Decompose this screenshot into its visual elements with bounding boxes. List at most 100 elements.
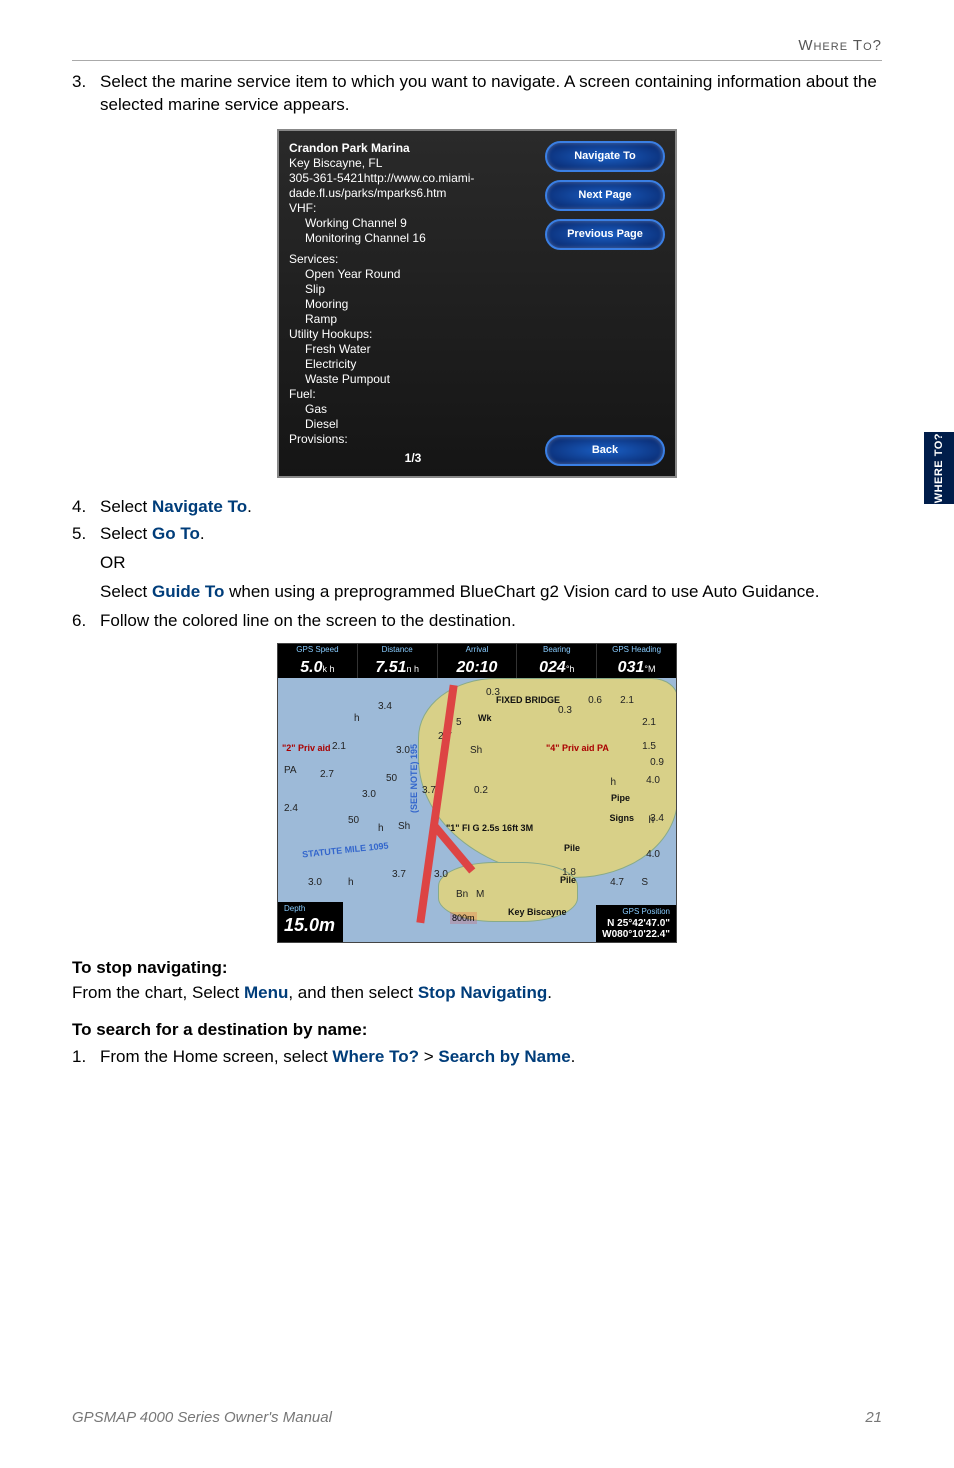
page-footer: GPSMAP 4000 Series Owner's Manual 21 <box>72 1408 882 1428</box>
step-number: 1. <box>72 1046 100 1069</box>
chart-label: h <box>610 776 616 790</box>
priv-aid-label: "2" Priv aid <box>282 742 331 754</box>
navigate-to-link: Navigate To <box>152 497 247 516</box>
arrival-cell: Arrival 20:10 <box>438 644 518 678</box>
search-by-name-heading: To search for a destination by name: <box>72 1019 882 1042</box>
bearing-cell: Bearing 024°h <box>517 644 597 678</box>
info-panel: Crandon Park Marina Key Biscayne, FL 305… <box>289 141 537 466</box>
text: . <box>571 1047 576 1066</box>
step-4: 4. Select Navigate To. <box>72 496 882 519</box>
service-item: Open Year Round <box>289 267 537 282</box>
search-by-name-link: Search by Name <box>438 1047 570 1066</box>
pile-label: Pile <box>560 874 576 886</box>
hookup-item: Electricity <box>289 357 537 372</box>
depth-value: 15.0m <box>284 915 335 935</box>
distance-cell: Distance 7.51n h <box>358 644 438 678</box>
vhf-channel: Monitoring Channel 16 <box>289 231 537 246</box>
label: Bearing <box>517 645 596 656</box>
hookup-item: Waste Pumpout <box>289 372 537 387</box>
chart-label: Sh <box>398 820 410 834</box>
value: 5.0 <box>300 659 322 676</box>
signs-label: Signs <box>609 812 634 824</box>
guide-to-link: Guide To <box>152 582 224 601</box>
chart-label: PA <box>284 764 297 778</box>
next-page-button[interactable]: Next Page <box>545 180 665 211</box>
chart-label: h <box>354 712 360 726</box>
service-item: Slip <box>289 282 537 297</box>
step-3: 3. Select the marine service item to whi… <box>72 71 882 117</box>
key-biscayne-label: Key Biscayne <box>508 906 567 918</box>
text: Select <box>100 582 152 601</box>
page-number: 21 <box>865 1408 882 1428</box>
side-tab-label: WHERE TO? <box>933 433 945 503</box>
sounding: 3.4 <box>378 700 392 714</box>
marina-title: Crandon Park Marina <box>289 141 537 156</box>
step-text: Follow the colored line on the screen to… <box>100 610 882 633</box>
stop-navigating-heading: To stop navigating: <box>72 957 882 980</box>
sounding: 0.9 <box>650 756 664 770</box>
chart-label: M <box>476 888 484 902</box>
sounding: 2.4 <box>284 802 298 816</box>
text: , and then select <box>288 983 417 1002</box>
label: Arrival <box>438 645 517 656</box>
fuel-item: Diesel <box>289 417 537 432</box>
data-bar: GPS Speed 5.0k h Distance 7.51n h Arriva… <box>278 644 676 678</box>
sounding: 1.5 <box>642 740 656 754</box>
or-label: OR <box>100 552 882 575</box>
chart-label: h <box>378 822 384 836</box>
vhf-label: VHF: <box>289 201 537 216</box>
step-number: 3. <box>72 71 100 117</box>
go-to-link: Go To <box>152 524 200 543</box>
step-number: 4. <box>72 496 100 519</box>
step-text: Select the marine service item to which … <box>100 71 882 117</box>
gps-position-box: GPS Position N 25°42'47.0" W080°10'22.4" <box>596 905 676 942</box>
see-note-label: (SEE NOTE) 195 <box>408 744 420 813</box>
marina-contact: 305-361-5421http://www.co.miami-dade.fl.… <box>289 171 537 201</box>
chart-label: Bn <box>456 888 468 902</box>
sounding: 2.1 <box>332 740 346 754</box>
pile-label: Pile <box>564 842 580 854</box>
step-text: From the Home screen, select Where To? >… <box>100 1046 882 1069</box>
unit: °M <box>644 664 655 674</box>
chart-label: 50 <box>348 814 359 828</box>
service-item: Mooring <box>289 297 537 312</box>
hookups-label: Utility Hookups: <box>289 327 537 342</box>
unit: k h <box>323 664 335 674</box>
sounding: 2.7 <box>320 768 334 782</box>
sounding: 2.1 <box>620 694 634 708</box>
manual-title: GPSMAP 4000 Series Owner's Manual <box>72 1408 332 1428</box>
text: > <box>419 1047 438 1066</box>
chart-label: h <box>648 814 654 828</box>
sounding: 0.2 <box>474 784 488 798</box>
navigate-to-button[interactable]: Navigate To <box>545 141 665 172</box>
chart-label: 50 <box>386 772 397 786</box>
step-text: Select Navigate To. <box>100 496 882 519</box>
value: 024 <box>539 659 566 676</box>
text: . <box>200 524 205 543</box>
fixed-bridge-label: FIXED BRIDGE <box>496 694 560 706</box>
step-5: 5. Select Go To. <box>72 523 882 546</box>
previous-page-button[interactable]: Previous Page <box>545 219 665 250</box>
text: From the chart, Select <box>72 983 244 1002</box>
step-number: 6. <box>72 610 100 633</box>
sounding: 2.1 <box>642 716 656 730</box>
text: Select <box>100 497 152 516</box>
text: Select <box>100 524 152 543</box>
navigation-chart-screenshot: GPS Speed 5.0k h Distance 7.51n h Arriva… <box>277 643 677 943</box>
marine-service-screenshot: Crandon Park Marina Key Biscayne, FL 305… <box>277 129 677 478</box>
value: 20:10 <box>457 659 498 676</box>
sounding: 4.7 <box>610 876 624 890</box>
text: From the Home screen, select <box>100 1047 332 1066</box>
sounding: 0.6 <box>588 694 602 708</box>
marina-location: Key Biscayne, FL <box>289 156 537 171</box>
depth-box: Depth 15.0m <box>278 902 343 942</box>
label: Distance <box>358 645 437 656</box>
menu-link: Menu <box>244 983 288 1002</box>
vhf-channel: Working Channel 9 <box>289 216 537 231</box>
back-button[interactable]: Back <box>545 435 665 466</box>
step-number: 5. <box>72 523 100 546</box>
fuel-item: Gas <box>289 402 537 417</box>
provisions-label: Provisions: <box>289 432 537 447</box>
light-label: "1" Fl G 2.5s 16ft 3M <box>446 822 533 834</box>
fuel-label: Fuel: <box>289 387 537 402</box>
